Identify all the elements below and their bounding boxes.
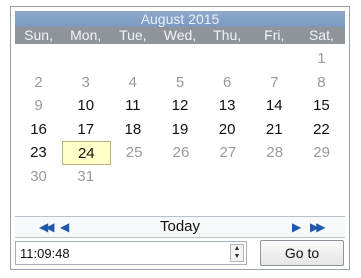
day-cell[interactable]: 19 <box>156 118 203 142</box>
day-cell[interactable]: 29 <box>298 141 345 165</box>
day-cell[interactable]: 10 <box>62 94 109 118</box>
day-cell[interactable]: 13 <box>204 94 251 118</box>
weekday-tue: Tue, <box>119 27 147 43</box>
day-cell[interactable]: 12 <box>156 94 203 118</box>
day-cell[interactable]: 15 <box>298 94 345 118</box>
day-cell[interactable]: 21 <box>251 118 298 142</box>
weekday-header: Sun, Mon, Tue, Wed, Thu, Fri, Sat, <box>15 27 345 44</box>
day-cell[interactable]: 6 <box>204 71 251 95</box>
week-row: 9 10 11 12 13 14 15 <box>15 94 345 118</box>
spin-down-icon[interactable]: ▼ <box>231 253 243 261</box>
day-cell[interactable]: 28 <box>251 141 298 165</box>
weekday-fri: Fri, <box>264 27 285 43</box>
week-row: 1 <box>15 47 345 71</box>
day-cell[interactable]: 3 <box>62 71 109 95</box>
day-cell[interactable]: 5 <box>156 71 203 95</box>
empty-cell <box>204 165 251 189</box>
day-cell[interactable]: 14 <box>251 94 298 118</box>
weekday-mon: Mon, <box>70 27 102 43</box>
week-row: 2345678 <box>15 71 345 95</box>
next-month-icon[interactable]: ▶ <box>292 220 301 234</box>
day-cell[interactable]: 4 <box>109 71 156 95</box>
selected-day-cell[interactable]: 24 <box>61 141 111 165</box>
date-time-picker: August 2015 Sun, Mon, Tue, Wed, Thu, Fri… <box>10 6 350 270</box>
empty-cell <box>156 165 203 189</box>
prev-year-icon[interactable]: ◀◀ <box>39 220 55 234</box>
today-link[interactable]: Today <box>160 218 200 235</box>
weekday-wed: Wed, <box>163 27 197 43</box>
day-cell[interactable]: 25 <box>111 141 158 165</box>
day-cell[interactable]: 17 <box>62 118 109 142</box>
day-cell[interactable]: 26 <box>158 141 205 165</box>
day-cell[interactable]: 8 <box>298 71 345 95</box>
empty-cell <box>251 47 298 71</box>
day-cell[interactable]: 2 <box>15 71 62 95</box>
time-spinner[interactable]: ▲ ▼ <box>230 244 244 262</box>
day-cell[interactable]: 7 <box>251 71 298 95</box>
empty-cell <box>204 47 251 71</box>
day-cell[interactable]: 22 <box>298 118 345 142</box>
empty-cell <box>109 165 156 189</box>
day-cell[interactable]: 9 <box>15 94 62 118</box>
day-cell[interactable]: 23 <box>15 141 62 165</box>
day-cell[interactable]: 20 <box>204 118 251 142</box>
spin-up-icon[interactable]: ▲ <box>231 245 243 253</box>
day-grid: 1 2 3 4 5 6 7 8 9 10 11 12 13 14 15 16 17 18 19 20 21 22 23 24 2… <box>15 47 345 189</box>
empty-cell <box>156 47 203 71</box>
day-cell[interactable]: 11 <box>109 94 156 118</box>
navigation-bar: ◀◀ ◀ Today ▶ ▶▶ <box>15 216 345 238</box>
day-cell[interactable]: 18 <box>109 118 156 142</box>
prev-month-icon[interactable]: ◀ <box>60 220 69 234</box>
day-cell[interactable]: 27 <box>204 141 251 165</box>
time-field[interactable]: ▲ ▼ <box>15 241 247 265</box>
weekday-thu: Thu, <box>213 27 242 43</box>
go-to-button[interactable]: Go to <box>260 240 344 266</box>
empty-cell <box>109 47 156 71</box>
day-cell[interactable]: 30 <box>15 165 62 189</box>
empty-cell <box>298 165 345 189</box>
week-row: 16 17 18 19 20 21 22 <box>15 118 345 142</box>
week-row: 23 24 25 26 27 28 29 <box>15 141 345 165</box>
day-cell[interactable]: 1 <box>298 47 345 71</box>
empty-cell <box>251 165 298 189</box>
weekday-sun: Sun, <box>24 27 53 43</box>
week-row: 30 31 <box>15 165 345 189</box>
empty-cell <box>15 47 62 71</box>
day-cell[interactable]: 16 <box>15 118 62 142</box>
weekday-sat: Sat, <box>308 27 334 43</box>
empty-cell <box>62 47 109 71</box>
next-year-icon[interactable]: ▶▶ <box>310 220 326 234</box>
day-cell[interactable]: 31 <box>62 165 109 189</box>
time-input[interactable] <box>20 244 210 262</box>
month-title: August 2015 <box>15 11 345 27</box>
